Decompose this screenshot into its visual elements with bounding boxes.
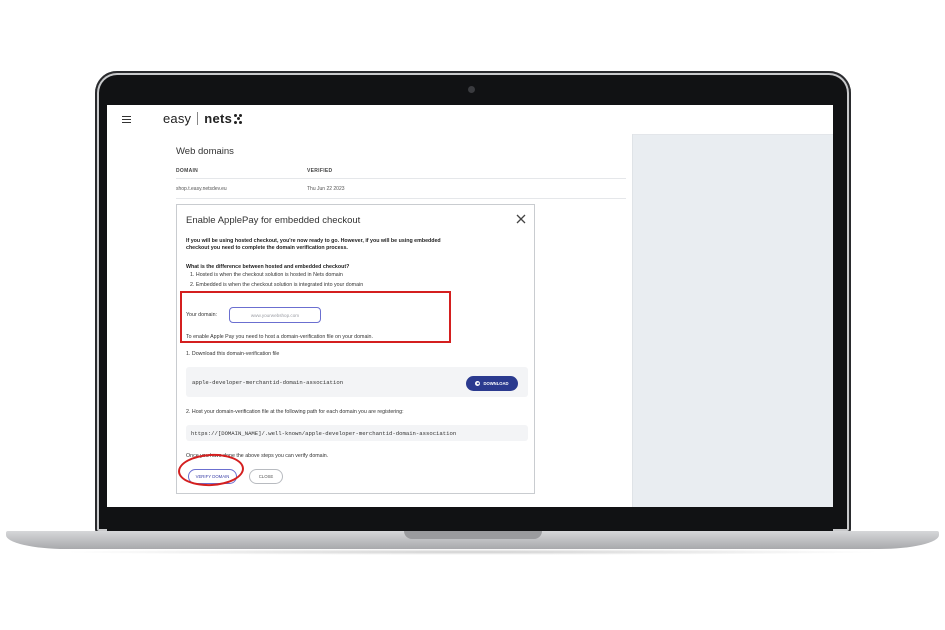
answer-embedded: 2. Embedded is when the checkout solutio… (190, 282, 364, 288)
laptop-chin (107, 507, 833, 531)
step-2-text: 2. Host your domain-verification file at… (186, 409, 404, 415)
logo-nets: nets (204, 111, 233, 126)
answer-hosted: 1. Hosted is when the checkout solution … (190, 272, 343, 278)
download-icon (475, 381, 481, 386)
download-button[interactable]: DOWNLOAD (466, 376, 518, 391)
applepay-modal: Enable ApplePay for embedded checkout If… (176, 204, 535, 494)
step-1-text: 1. Download this domain-verification fil… (186, 351, 280, 357)
hamburger-menu-icon[interactable] (122, 116, 131, 124)
close-button[interactable]: CLOSE (249, 469, 283, 484)
verified-cell: Thu Jun 22 2023 (307, 186, 345, 192)
modal-title: Enable ApplePay for embedded checkout (186, 215, 361, 226)
download-label: DOWNLOAD (483, 381, 509, 386)
top-bar: easy nets (107, 105, 833, 135)
file-name: apple-developer-merchantid-domain-associ… (192, 379, 344, 386)
highlight-rectangle (180, 291, 451, 343)
path-box: https://[DOMAIN_NAME]/.well-known/apple-… (186, 425, 528, 441)
close-icon[interactable] (516, 214, 526, 224)
logo: easy nets (163, 111, 243, 126)
laptop-shadow (60, 549, 885, 555)
logo-dots-icon (234, 113, 243, 124)
column-header-domain: DOMAIN (176, 168, 199, 174)
difference-question: What is the difference between hosted an… (186, 264, 350, 270)
domain-cell: shop.t.easy.netsdev.eu (176, 186, 227, 192)
page-title: Web domains (176, 146, 234, 157)
intro-line-2: checkout you need to complete the domain… (186, 245, 348, 251)
laptop-notch (404, 531, 542, 539)
verification-path: https://[DOMAIN_NAME]/.well-known/apple-… (191, 430, 457, 437)
logo-easy: easy (163, 111, 192, 126)
camera (468, 86, 475, 93)
logo-separator (197, 112, 199, 125)
row-divider (176, 198, 626, 199)
column-header-verified: VERIFIED (307, 168, 333, 174)
header-divider (176, 178, 626, 179)
